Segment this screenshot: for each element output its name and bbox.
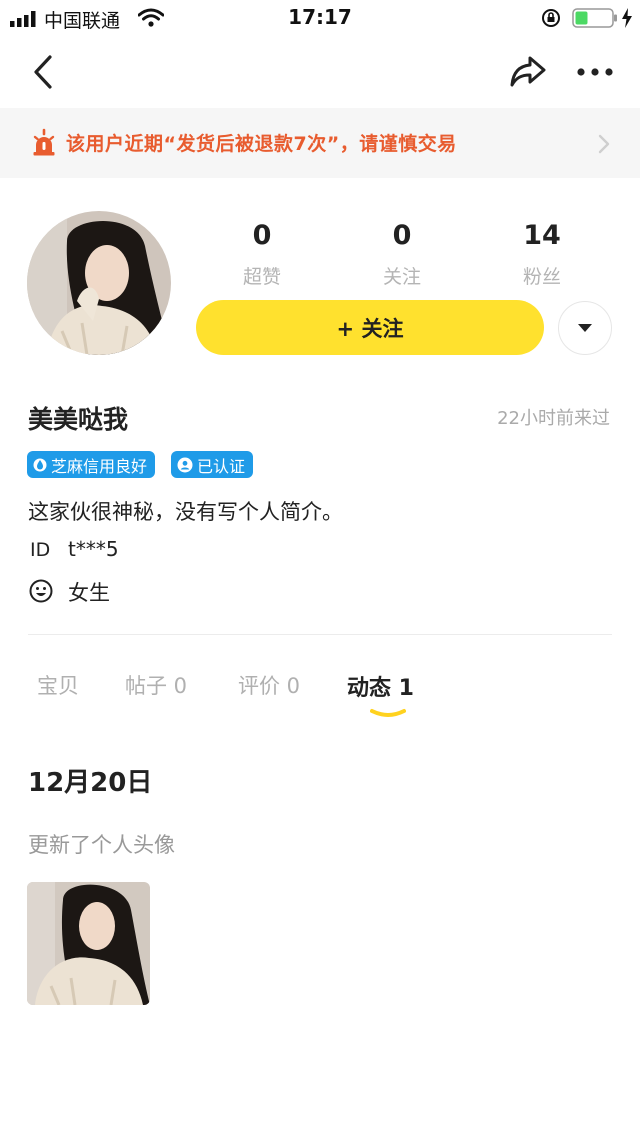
warning-text: 该用户近期“发货后被退款7次”，请谨慎交易 xyxy=(66,133,457,155)
credit-badge-label: 芝麻信用良好 xyxy=(51,456,148,476)
stat-fans-count: 14 xyxy=(523,220,561,251)
chevron-right-icon xyxy=(598,134,610,154)
stat-likes-count: 0 xyxy=(252,220,272,251)
tab-activity[interactable]: 动态 1 xyxy=(347,670,414,702)
verified-badge[interactable]: 已认证 xyxy=(171,451,254,478)
stat-following-count: 0 xyxy=(392,220,412,251)
avatar[interactable] xyxy=(27,211,171,355)
follow-button-label: + 关注 xyxy=(336,316,404,341)
water-drop-icon xyxy=(33,458,47,471)
avatar-update-thumbnail[interactable] xyxy=(27,882,150,1005)
credit-badge[interactable]: 芝麻信用良好 xyxy=(27,451,156,478)
smiley-face-icon xyxy=(29,579,53,603)
charging-bolt-icon xyxy=(622,8,632,28)
stat-following-label[interactable]: 关注 xyxy=(342,262,462,289)
tab-reviews[interactable]: 评价 0 xyxy=(238,670,300,700)
feed-event-text: 更新了个人头像 xyxy=(28,833,175,857)
more-options-icon[interactable] xyxy=(577,67,613,77)
follow-button[interactable]: + 关注 xyxy=(196,300,544,355)
orientation-lock-icon xyxy=(542,9,560,27)
verified-user-icon xyxy=(177,457,193,472)
tab-items[interactable]: 宝贝 xyxy=(37,670,79,700)
status-bar: 中国联通 17:17 xyxy=(0,0,640,36)
bio-text: 这家伙很神秘，没有写个人简介。 xyxy=(28,500,343,524)
alarm-icon xyxy=(33,128,55,156)
share-icon[interactable] xyxy=(509,53,547,89)
battery-icon xyxy=(572,8,617,28)
gender-text: 女生 xyxy=(68,581,110,605)
caret-down-icon xyxy=(578,324,592,332)
tab-posts[interactable]: 帖子 0 xyxy=(125,670,187,700)
dropdown-button[interactable] xyxy=(558,301,612,355)
divider xyxy=(28,634,612,635)
id-label: ID xyxy=(30,539,51,561)
feed-date: 12月20日 xyxy=(28,768,153,798)
username: 美美哒我 xyxy=(28,405,129,434)
active-tab-indicator xyxy=(370,709,406,717)
last-seen-time: 22小时前来过 xyxy=(497,408,610,429)
nav-bar xyxy=(0,40,640,106)
stat-fans-label[interactable]: 粉丝 xyxy=(482,262,602,289)
verified-badge-label: 已认证 xyxy=(197,456,246,476)
stat-likes-label[interactable]: 超赞 xyxy=(202,262,322,289)
warning-banner[interactable]: 该用户近期“发货后被退款7次”，请谨慎交易 xyxy=(0,108,640,178)
id-value: t***5 xyxy=(68,537,119,561)
back-arrow-icon[interactable] xyxy=(30,54,56,90)
